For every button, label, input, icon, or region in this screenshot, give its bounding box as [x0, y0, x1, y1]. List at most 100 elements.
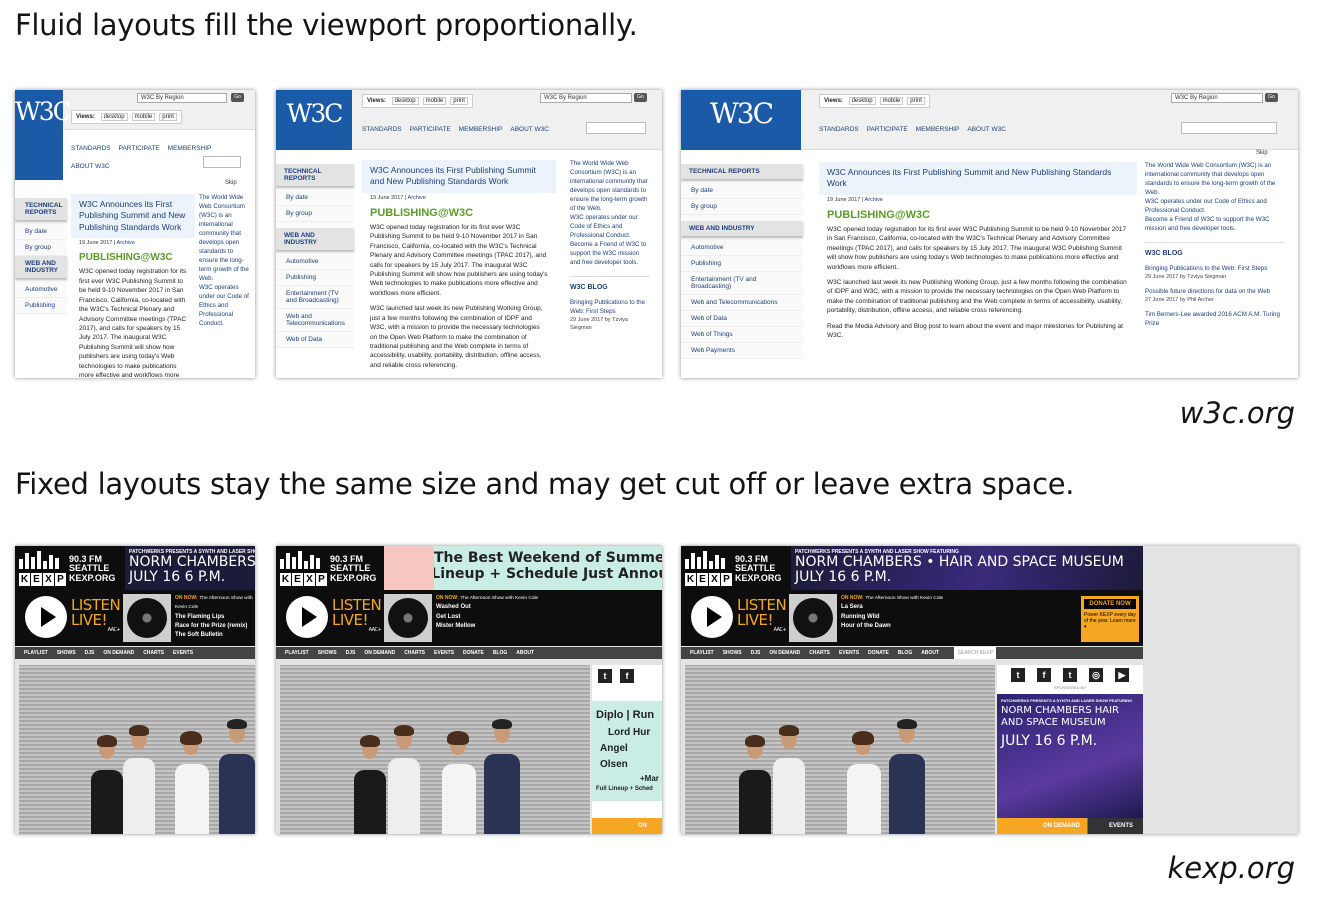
- w3c-logo[interactable]: W3C: [15, 90, 72, 180]
- view-print[interactable]: print: [907, 97, 925, 105]
- nav-playlist[interactable]: PLAYLIST: [690, 647, 714, 659]
- article-title[interactable]: W3C Announces its First Publishing Summi…: [362, 160, 556, 193]
- article-title[interactable]: W3C Announces its First Publishing Summi…: [71, 194, 195, 239]
- nav-membership[interactable]: MEMBERSHIP: [916, 126, 960, 133]
- w3c-logo[interactable]: W3C: [681, 90, 801, 150]
- article-title[interactable]: W3C Announces its First Publishing Summi…: [819, 162, 1137, 195]
- nav-on-demand[interactable]: ON DEMAND: [769, 647, 800, 659]
- nav-charts[interactable]: CHARTS: [143, 647, 164, 659]
- archive-link[interactable]: Archive: [865, 197, 883, 203]
- play-icon[interactable]: [691, 596, 733, 638]
- view-desktop[interactable]: desktop: [391, 97, 419, 105]
- search-input[interactable]: SEARCH KEXP: [954, 647, 996, 659]
- friend-text[interactable]: Become a Friend of W3C to support the W3…: [1145, 216, 1285, 234]
- nav-djs[interactable]: DJS: [346, 647, 356, 659]
- side-by-date[interactable]: By date: [15, 224, 67, 240]
- region-select[interactable]: W3C By Region: [540, 93, 632, 103]
- nav-shows[interactable]: SHOWS: [723, 647, 742, 659]
- side-by-date[interactable]: By date: [276, 190, 354, 206]
- nav-shows[interactable]: SHOWS: [57, 647, 76, 659]
- nav-participate[interactable]: PARTICIPATE: [119, 145, 160, 152]
- nav-membership[interactable]: MEMBERSHIP: [168, 145, 212, 152]
- view-print[interactable]: print: [450, 97, 468, 105]
- show-name[interactable]: The Afternoon Show with Kevin Cole: [460, 596, 538, 601]
- twitter-icon[interactable]: t: [598, 669, 612, 683]
- side-entertainment[interactable]: Entertainment (TV and Broadcasting): [276, 286, 354, 309]
- archive-link[interactable]: Archive: [117, 240, 135, 246]
- donate-text[interactable]: Power KEXP every day of the year. Learn …: [1084, 612, 1136, 630]
- nav-playlist[interactable]: PLAYLIST: [24, 647, 48, 659]
- side-web-of-data[interactable]: Web of Data: [681, 311, 803, 327]
- nav-events[interactable]: EVENTS: [173, 647, 193, 659]
- nav-donate[interactable]: DONATE: [868, 647, 889, 659]
- blog-heading[interactable]: W3C BLOG: [1145, 241, 1285, 259]
- view-mobile[interactable]: mobile: [131, 113, 156, 121]
- donate-button[interactable]: DONATE NOW: [1084, 599, 1136, 609]
- listen-live-button[interactable]: LISTEN LIVE! AAC+: [332, 598, 382, 633]
- nav-about[interactable]: ABOUT W3C: [967, 126, 1006, 133]
- nav-djs[interactable]: DJS: [85, 647, 95, 659]
- region-select[interactable]: W3C By Region: [137, 93, 227, 103]
- instagram-icon[interactable]: ◎: [1089, 668, 1103, 682]
- go-button[interactable]: Go: [231, 93, 244, 102]
- youtube-icon[interactable]: ▶: [1115, 668, 1129, 682]
- go-button[interactable]: Go: [634, 93, 647, 102]
- nav-charts[interactable]: CHARTS: [404, 647, 425, 659]
- nav-standards[interactable]: STANDARDS: [819, 126, 859, 133]
- friend-text[interactable]: Become a Friend of W3C to support the W3…: [570, 241, 650, 268]
- nav-about[interactable]: ABOUT: [921, 647, 939, 659]
- nav-djs[interactable]: DJS: [751, 647, 761, 659]
- w3c-logo[interactable]: W3C: [276, 90, 352, 150]
- festival-ad[interactable]: Diplo | Run Lord Hur Angel Olsen +Mar Fu…: [592, 701, 662, 801]
- region-select[interactable]: W3C By Region: [1171, 93, 1263, 103]
- side-automotive[interactable]: Automotive: [15, 282, 67, 298]
- conduct-text[interactable]: W3C operates under our Code of Ethics an…: [570, 214, 650, 241]
- nav-blog[interactable]: BLOG: [493, 647, 507, 659]
- side-publishing[interactable]: Publishing: [681, 256, 803, 272]
- side-telecom[interactable]: Web and Telecommunications: [276, 309, 354, 332]
- blog-post-title[interactable]: Tim Berners-Lee awarded 2016 ACM A.M. Tu…: [1145, 311, 1285, 329]
- skip-link[interactable]: Skip: [1256, 150, 1268, 156]
- go-button[interactable]: Go: [1265, 93, 1278, 102]
- blog-post-title[interactable]: Bringing Publications to the Web: First …: [570, 299, 650, 317]
- side-telecom[interactable]: Web and Telecommunications: [681, 295, 803, 311]
- on-demand-bar[interactable]: ON DEMAND EVENTS: [997, 818, 1143, 834]
- event-banner[interactable]: PATCHWERKS PRESENTS A SYNTH AND LASER SH…: [125, 546, 255, 590]
- nav-events[interactable]: EVENTS: [839, 647, 859, 659]
- side-web-industry[interactable]: WEB AND INDUSTRY: [681, 221, 803, 236]
- blog-post-title[interactable]: Bringing Publications to the Web: First …: [1145, 265, 1285, 274]
- nav-standards[interactable]: STANDARDS: [71, 145, 111, 152]
- play-icon[interactable]: [25, 596, 67, 638]
- conduct-text[interactable]: W3C operates under our Code of Ethics an…: [199, 284, 251, 329]
- blog-post-title[interactable]: Possible future directions for data on t…: [1145, 288, 1285, 297]
- nav-donate[interactable]: DONATE: [463, 647, 484, 659]
- side-publishing[interactable]: Publishing: [276, 270, 354, 286]
- side-web-of-things[interactable]: Web of Things: [681, 327, 803, 343]
- skip-link[interactable]: Skip: [225, 180, 237, 186]
- listen-live-button[interactable]: LISTEN LIVE! AAC+: [737, 598, 787, 633]
- side-by-group[interactable]: By group: [15, 240, 67, 256]
- nav-about[interactable]: ABOUT W3C: [71, 163, 110, 170]
- play-icon[interactable]: [286, 596, 328, 638]
- side-technical-reports[interactable]: TECHNICAL REPORTS: [15, 198, 67, 220]
- nav-events[interactable]: EVENTS: [434, 647, 454, 659]
- side-web-industry[interactable]: WEB AND INDUSTRY: [15, 256, 67, 278]
- kexp-logo[interactable]: KEXP 90.3 FM SEATTLE KEXP.ORG: [681, 546, 791, 590]
- side-by-date[interactable]: By date: [681, 183, 803, 199]
- side-web-industry[interactable]: WEB AND INDUSTRY: [276, 228, 354, 250]
- side-web-payments[interactable]: Web Payments: [681, 343, 803, 359]
- nav-on-demand[interactable]: ON DEMAND: [103, 647, 134, 659]
- twitter-icon[interactable]: t: [1011, 668, 1025, 682]
- listen-live-button[interactable]: LISTEN LIVE! AAC+: [71, 598, 121, 633]
- search-input[interactable]: [586, 122, 646, 134]
- side-by-group[interactable]: By group: [276, 206, 354, 222]
- view-desktop[interactable]: desktop: [848, 97, 876, 105]
- show-name[interactable]: The Afternoon Show with Kevin Cole: [865, 596, 943, 601]
- on-demand-bar[interactable]: ON DEMAND: [592, 818, 662, 834]
- kexp-logo[interactable]: KEXP 90.3 FM SEATTLE KEXP.ORG: [15, 546, 125, 590]
- nav-membership[interactable]: MEMBERSHIP: [459, 126, 503, 133]
- search-input[interactable]: [1181, 122, 1277, 134]
- view-mobile[interactable]: mobile: [422, 97, 447, 105]
- nav-about[interactable]: ABOUT: [516, 647, 534, 659]
- festival-banner[interactable]: The Best Weekend of Summer Full Lineup +…: [434, 546, 662, 590]
